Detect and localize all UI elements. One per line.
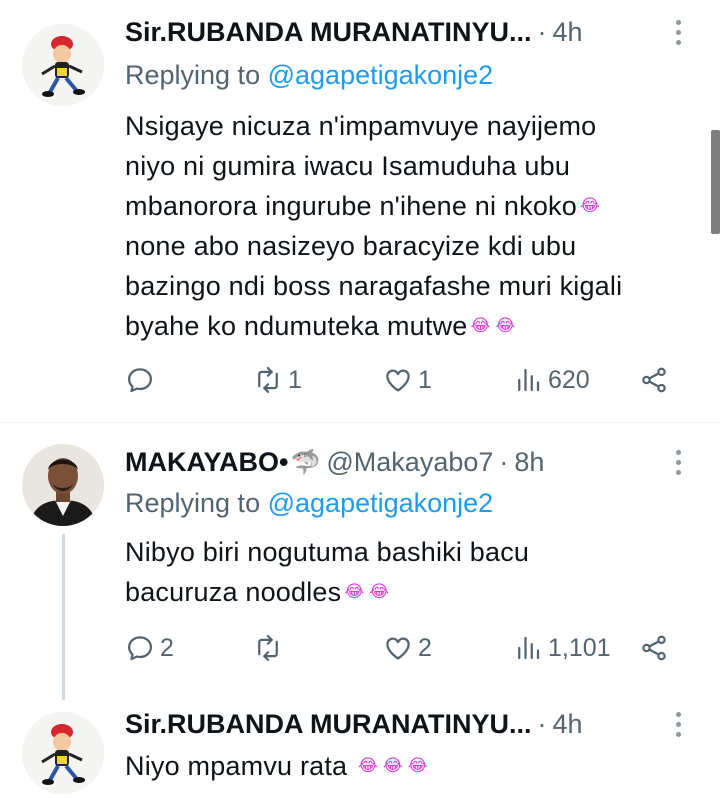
author-handle[interactable]: @Makayabo7 <box>326 447 493 478</box>
avatar[interactable] <box>22 712 104 794</box>
retweet-icon <box>258 367 278 393</box>
reply-icon <box>128 368 152 393</box>
heart-icon <box>386 369 410 392</box>
retweet-button[interactable] <box>253 628 288 668</box>
replying-prefix: Replying to <box>125 488 261 518</box>
tweet-text: Niyo mpamvu rata 😂 😂 😂 <box>125 746 685 786</box>
replying-to: Replying to @agapetigakonje2 <box>125 488 493 519</box>
separator: · <box>537 708 547 739</box>
more-icon[interactable] <box>668 442 688 482</box>
more-icon[interactable] <box>668 704 688 744</box>
tweet-actions: 2 2 1,101 <box>125 628 685 668</box>
laughing-emoji: 😂 <box>470 316 493 335</box>
reply-count: 2 <box>160 633 174 662</box>
share-icon <box>642 635 666 661</box>
tweet[interactable]: Sir.RUBANDA MURANATINYU... · 4h Niyo mpa… <box>0 704 720 798</box>
reply-icon <box>128 636 152 661</box>
tweet-text-line: Nibyo biri nogutuma bashiki bacu <box>125 537 530 567</box>
retweet-count: 1 <box>288 365 302 394</box>
like-count: 1 <box>418 365 432 394</box>
laughing-emoji: 😂 <box>369 582 392 601</box>
scrollbar[interactable] <box>711 130 720 234</box>
cartoon-avatar-image <box>22 712 104 794</box>
tweet[interactable]: Sir.RUBANDA MURANATINYU... · 4h Replying… <box>0 12 720 414</box>
tweet-text: Nsigaye nicuza n'impamvuye nayijemo niyo… <box>125 106 685 346</box>
tweet-actions: 1 1 620 <box>125 360 685 400</box>
retweet-icon <box>258 635 278 661</box>
tweet-text: Nibyo biri nogutuma bashiki bacu bacuruz… <box>125 532 685 612</box>
laughing-emoji: 😂 <box>382 756 405 775</box>
avatar[interactable] <box>22 444 104 526</box>
tweet-header: Sir.RUBANDA MURANATINYU... · 4h <box>125 12 583 52</box>
views-count: 620 <box>548 365 590 394</box>
mention-link[interactable]: @agapetigakonje2 <box>268 488 494 518</box>
profile-photo <box>22 444 104 526</box>
retweet-button[interactable]: 1 <box>253 360 302 400</box>
tweet-text-line: mbanorora ingurube n'ihene ni nkoko 😂 <box>125 191 602 221</box>
mention-link[interactable]: @agapetigakonje2 <box>268 60 494 90</box>
timestamp[interactable]: 4h <box>553 17 583 48</box>
views-icon <box>518 368 540 392</box>
reply-button[interactable] <box>125 360 160 400</box>
divider <box>0 422 720 423</box>
laughing-emoji: 😂 <box>357 756 380 775</box>
tweet-text-line: niyo ni gumira iwacu Isamuduha ubu <box>125 151 571 181</box>
avatar[interactable] <box>22 24 104 106</box>
separator: · <box>499 446 509 477</box>
timestamp[interactable]: 8h <box>514 447 544 478</box>
laughing-emoji: 😂 <box>344 582 367 601</box>
author-name[interactable]: Sir.RUBANDA MURANATINYU... <box>125 17 532 48</box>
separator: · <box>537 16 547 47</box>
tweet-text-line: byahe ko ndumuteka mutwe 😂 😂 <box>125 311 518 341</box>
tweet-text-line: bacuruza noodles 😂 😂 <box>125 577 392 607</box>
timestamp[interactable]: 4h <box>553 709 583 740</box>
heart-icon <box>386 637 410 660</box>
views-count: 1,101 <box>548 633 611 662</box>
tweet-text-line: none abo nasizeyo baracyize kdi ubu <box>125 231 577 261</box>
like-button[interactable]: 1 <box>383 360 432 400</box>
share-icon <box>642 367 666 393</box>
tweet-text-line: Niyo mpamvu rata 😂 😂 😂 <box>125 751 430 781</box>
author-name[interactable]: MAKAYABO• <box>125 447 289 478</box>
tweet-header: Sir.RUBANDA MURANATINYU... · 4h <box>125 704 583 744</box>
author-name[interactable]: Sir.RUBANDA MURANATINYU... <box>125 709 532 740</box>
tweet-text-line: bazingo ndi boss naragafashe muri kigali <box>125 271 623 301</box>
laughing-emoji: 😂 <box>407 756 430 775</box>
views-button[interactable]: 620 <box>513 360 590 400</box>
replying-prefix: Replying to <box>125 60 261 90</box>
share-button[interactable] <box>639 360 669 400</box>
tweet-text-line: Nsigaye nicuza n'impamvuye nayijemo <box>125 111 597 141</box>
laughing-emoji: 😂 <box>579 196 602 215</box>
like-count: 2 <box>418 633 432 662</box>
more-icon[interactable] <box>668 12 688 52</box>
reply-button[interactable]: 2 <box>125 628 174 668</box>
views-icon <box>518 636 540 660</box>
replying-to: Replying to @agapetigakonje2 <box>125 60 493 91</box>
share-button[interactable] <box>639 628 669 668</box>
views-button[interactable]: 1,101 <box>513 628 611 668</box>
shark-emoji: 🦈 <box>290 448 321 476</box>
like-button[interactable]: 2 <box>383 628 432 668</box>
tweet-header: MAKAYABO• 🦈 @Makayabo7 · 8h <box>125 442 544 482</box>
cartoon-avatar-image <box>22 24 104 106</box>
tweet[interactable]: MAKAYABO• 🦈 @Makayabo7 · 8h Replying to … <box>0 442 720 682</box>
laughing-emoji: 😂 <box>495 316 518 335</box>
